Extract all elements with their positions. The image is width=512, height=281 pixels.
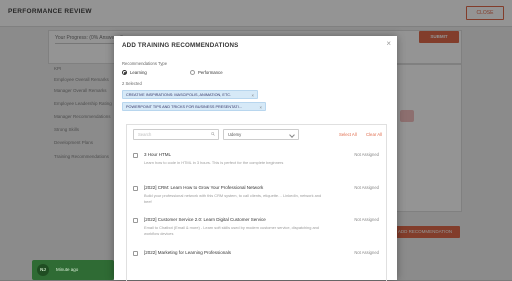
list-item[interactable]: 3 Hour HTML Learn how to code in HTML in…: [133, 152, 381, 178]
search-icon: [211, 131, 215, 136]
list-item[interactable]: [2022] CRM: Learn How to Grow Your Profe…: [133, 185, 381, 211]
radio-learning-label[interactable]: Learning: [130, 70, 147, 75]
item-checkbox[interactable]: [133, 218, 138, 223]
select-all-link[interactable]: Select All: [339, 132, 357, 137]
radio-learning[interactable]: [122, 70, 127, 75]
avatar: NJ: [37, 264, 49, 276]
list-item[interactable]: [2022] Marketing for Learning Profession…: [133, 250, 381, 270]
item-description: Learn how to code in HTML in 3 hours. Th…: [144, 160, 284, 165]
item-checkbox[interactable]: [133, 153, 138, 158]
toast-text: Minute ago: [56, 267, 79, 272]
close-icon[interactable]: ×: [386, 40, 391, 48]
selected-count: 2 Selected: [122, 81, 142, 86]
chip-remove-icon[interactable]: ×: [260, 103, 262, 112]
list-item[interactable]: [2022] Customer Service 2.0: Learn Digit…: [133, 217, 381, 243]
chevron-down-icon: [289, 131, 295, 138]
chip-remove-icon[interactable]: ×: [252, 91, 254, 100]
provider-select-value: Udemy: [228, 132, 242, 137]
selected-chip: CREATIVE INSPIRATIONS: MASCIPOLIS, ANIMA…: [122, 90, 258, 99]
search-input[interactable]: Search: [133, 129, 219, 140]
training-recommendations-modal: ADD TRAINING RECOMMENDATIONS × Recommend…: [114, 36, 397, 281]
item-status: Not Assigned: [354, 250, 379, 255]
radio-performance-label[interactable]: Performance: [198, 70, 223, 75]
chip-label: POWERPOINT TIPS AND TRICKS FOR BUSINESS …: [126, 105, 242, 109]
item-title: [2022] Marketing for Learning Profession…: [144, 250, 232, 255]
item-title: [2022] CRM: Learn How to Grow Your Profe…: [144, 185, 264, 190]
item-checkbox[interactable]: [133, 251, 138, 256]
item-status: Not Assigned: [354, 152, 379, 157]
course-list-panel: Search Udemy Select All Clear All 3 Hour…: [126, 124, 387, 281]
item-title: 3 Hour HTML: [144, 152, 172, 157]
chip-label: CREATIVE INSPIRATIONS: MASCIPOLIS, ANIMA…: [126, 93, 232, 97]
item-checkbox[interactable]: [133, 186, 138, 191]
item-status: Not Assigned: [354, 217, 379, 222]
clear-all-link[interactable]: Clear All: [366, 132, 382, 137]
item-title: [2022] Customer Service 2.0: Learn Digit…: [144, 217, 266, 222]
modal-title: ADD TRAINING RECOMMENDATIONS: [122, 42, 239, 49]
item-description: Email to Chatbot (Email & more) - Learn …: [144, 225, 319, 236]
search-placeholder: Search: [138, 132, 152, 137]
notification-toast[interactable]: NJ Minute ago: [32, 260, 114, 280]
selected-chip: POWERPOINT TIPS AND TRICKS FOR BUSINESS …: [122, 102, 266, 111]
item-status: Not Assigned: [354, 185, 379, 190]
radio-performance[interactable]: [190, 70, 195, 75]
recommendation-type-label: Recommendations Type: [122, 61, 168, 66]
provider-select[interactable]: Udemy: [223, 129, 299, 140]
item-description: Build your professional network with thi…: [144, 193, 322, 204]
